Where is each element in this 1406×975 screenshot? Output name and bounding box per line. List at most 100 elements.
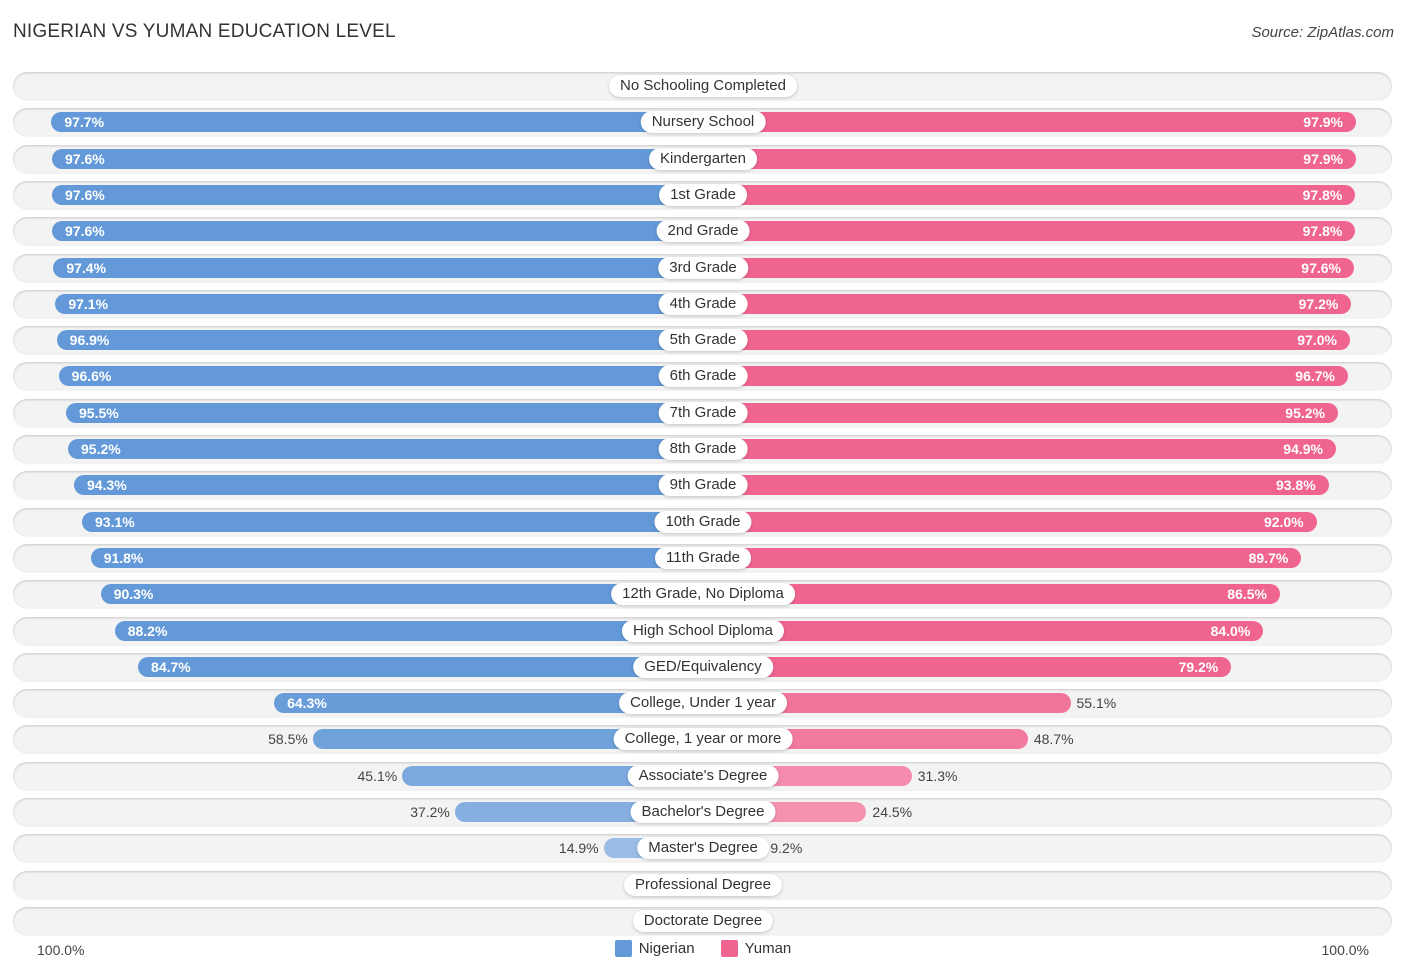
- value-label-nigerian: 96.6%: [71, 368, 112, 385]
- value-label-nigerian: 94.3%: [87, 477, 127, 494]
- category-label: College, 1 year or more: [613, 728, 793, 751]
- value-label-yuman: 97.2%: [1298, 295, 1339, 312]
- value-label-yuman: 79.2%: [1178, 658, 1219, 675]
- category-label: Kindergarten: [649, 147, 757, 170]
- category-label: 9th Grade: [658, 474, 748, 497]
- category-label: 7th Grade: [658, 401, 748, 424]
- bar-yuman[interactable]: [703, 475, 1329, 496]
- legend-label-nigerian: Nigerian: [638, 940, 695, 957]
- bar-nigerian[interactable]: [53, 257, 703, 278]
- bar-nigerian[interactable]: [55, 293, 703, 314]
- bar-nigerian[interactable]: [68, 439, 703, 459]
- value-label-yuman: 95.2%: [1285, 404, 1325, 421]
- bar-yuman[interactable]: [703, 366, 1348, 387]
- bar-nigerian[interactable]: [82, 511, 703, 532]
- value-label-yuman: 97.8%: [1302, 186, 1343, 203]
- value-label-nigerian: 64.3%: [287, 695, 327, 712]
- bar-nigerian[interactable]: [66, 402, 703, 423]
- value-label-yuman: 48.7%: [1033, 731, 1074, 748]
- category-label: GED/Equivalency: [633, 655, 773, 678]
- value-label-yuman: 55.1%: [1076, 695, 1117, 712]
- legend-swatch-nigerian: [614, 940, 632, 957]
- value-label-nigerian: 97.4%: [66, 259, 107, 276]
- category-label: 11th Grade: [655, 546, 751, 569]
- bar-nigerian[interactable]: [90, 547, 703, 568]
- value-label-nigerian: 96.9%: [69, 332, 110, 349]
- value-label-yuman: 96.7%: [1295, 368, 1335, 385]
- value-label-nigerian: 91.8%: [103, 549, 144, 566]
- category-label: Nursery School: [640, 111, 766, 134]
- value-label-yuman: 9.2%: [770, 840, 803, 857]
- category-label: 10th Grade: [654, 510, 752, 533]
- bar-nigerian[interactable]: [51, 112, 703, 133]
- value-label-nigerian: 93.1%: [95, 513, 135, 530]
- value-label-yuman: 31.3%: [917, 767, 958, 784]
- bar-yuman[interactable]: [703, 547, 1302, 568]
- bar-yuman[interactable]: [703, 656, 1232, 677]
- category-label: Professional Degree: [624, 873, 782, 896]
- category-label: 2nd Grade: [656, 220, 750, 243]
- value-label-yuman: 97.6%: [1301, 259, 1341, 276]
- value-label-nigerian: 97.6%: [65, 223, 105, 240]
- category-label: Associate's Degree: [627, 764, 779, 787]
- bar-nigerian[interactable]: [56, 330, 703, 351]
- value-label-nigerian: 88.2%: [127, 622, 168, 639]
- value-label-nigerian: 97.1%: [68, 295, 109, 312]
- category-label: No Schooling Completed: [609, 75, 797, 97]
- value-label-yuman: 24.5%: [872, 804, 913, 820]
- bar-yuman[interactable]: [703, 112, 1356, 133]
- bar-yuman[interactable]: [703, 257, 1354, 278]
- value-label-yuman: 92.0%: [1263, 513, 1304, 530]
- category-label: College, Under 1 year: [619, 692, 787, 715]
- category-label: High School Diploma: [621, 619, 785, 642]
- category-label: 4th Grade: [658, 292, 748, 315]
- value-label-nigerian: 45.1%: [357, 767, 398, 784]
- bar-yuman[interactable]: [703, 148, 1356, 169]
- bar-nigerian[interactable]: [114, 620, 703, 641]
- category-label: 5th Grade: [658, 329, 748, 352]
- chart-area: 2.3%2.5%No Schooling Completed97.7%97.9%…: [0, 0, 1406, 975]
- value-label-nigerian: 84.7%: [151, 658, 191, 675]
- value-label-yuman: 97.9%: [1303, 150, 1343, 167]
- value-label-yuman: 86.5%: [1227, 586, 1267, 603]
- value-label-yuman: 97.8%: [1302, 223, 1343, 240]
- bar-yuman[interactable]: [703, 221, 1356, 242]
- value-label-yuman: 89.7%: [1248, 549, 1289, 566]
- legend-item-yuman[interactable]: Yuman: [720, 940, 792, 957]
- bar-nigerian[interactable]: [58, 366, 703, 387]
- bar-nigerian[interactable]: [138, 656, 703, 677]
- value-label-yuman: 84.0%: [1210, 622, 1251, 639]
- bar-nigerian[interactable]: [52, 148, 703, 169]
- category-label: 6th Grade: [658, 365, 748, 388]
- bar-nigerian[interactable]: [52, 184, 703, 205]
- bar-yuman[interactable]: [703, 620, 1264, 641]
- bar-nigerian[interactable]: [52, 221, 703, 242]
- legend-swatch-yuman: [720, 940, 738, 957]
- bar-yuman[interactable]: [703, 439, 1336, 459]
- category-label: 1st Grade: [659, 183, 747, 206]
- bar-yuman[interactable]: [703, 330, 1350, 351]
- bar-yuman[interactable]: [703, 511, 1317, 532]
- bar-yuman[interactable]: [703, 184, 1356, 205]
- value-label-nigerian: 37.2%: [410, 804, 450, 820]
- category-label: 8th Grade: [658, 438, 748, 460]
- value-label-nigerian: 95.2%: [81, 441, 121, 457]
- legend-label-yuman: Yuman: [744, 940, 792, 957]
- bar-yuman[interactable]: [703, 402, 1338, 423]
- bar-yuman[interactable]: [703, 293, 1352, 314]
- bar-nigerian[interactable]: [74, 475, 703, 496]
- value-label-nigerian: 95.5%: [79, 404, 119, 421]
- category-label: 3rd Grade: [658, 256, 748, 279]
- category-label: Master's Degree: [637, 837, 769, 860]
- legend: Nigerian Yuman: [0, 940, 1406, 957]
- value-label-nigerian: 14.9%: [558, 840, 599, 857]
- category-label: Doctorate Degree: [632, 909, 774, 932]
- value-label-nigerian: 97.6%: [65, 186, 105, 203]
- legend-item-nigerian[interactable]: Nigerian: [614, 940, 695, 957]
- value-label-yuman: 97.9%: [1303, 114, 1343, 131]
- value-label-nigerian: 97.6%: [65, 150, 105, 167]
- value-label-nigerian: 90.3%: [113, 586, 154, 603]
- value-label-yuman: 93.8%: [1275, 477, 1316, 494]
- category-label: 12th Grade, No Diploma: [611, 583, 795, 606]
- value-label-nigerian: 97.7%: [64, 114, 105, 131]
